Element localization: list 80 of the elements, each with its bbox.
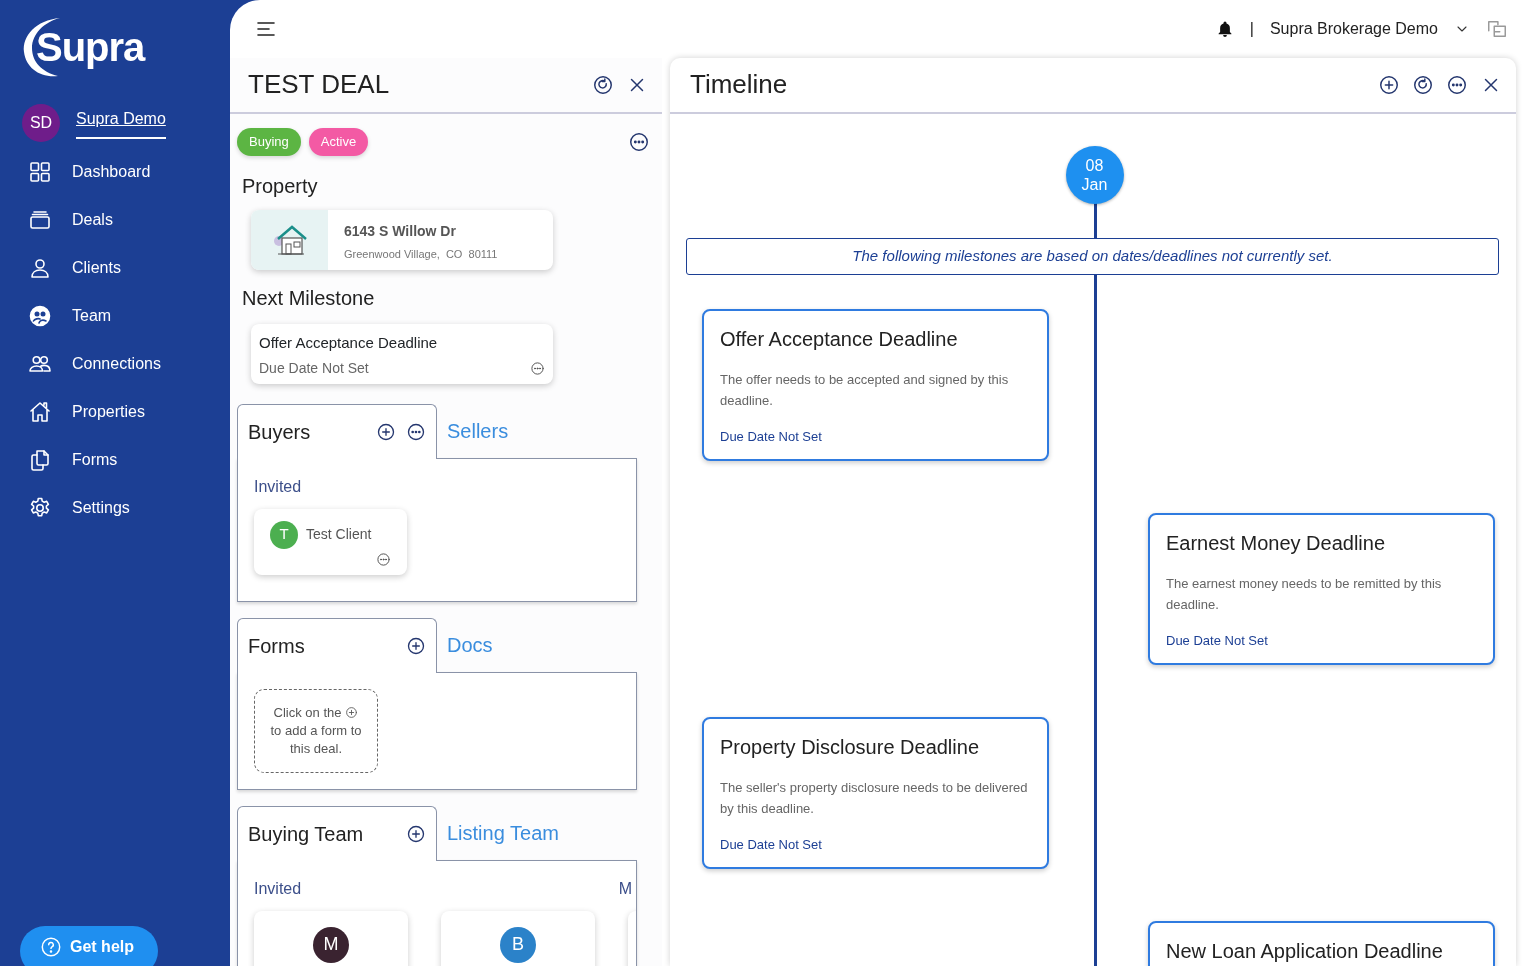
add-icon[interactable]	[406, 635, 426, 656]
folder-stack-icon	[28, 208, 52, 232]
milestone-description: The seller's property disclosure needs to be delivered by this deadline.	[720, 778, 1029, 818]
user-name-link[interactable]: Supra Demo	[76, 107, 166, 139]
person-card[interactable]: B	[441, 910, 595, 966]
nav-item[interactable]: Settings	[0, 484, 230, 532]
person-icon	[28, 256, 52, 280]
hint-text: Click on the	[273, 703, 342, 722]
tab[interactable]: Buying Team	[237, 805, 437, 861]
section-heading: Property	[242, 173, 319, 198]
grid-icon	[28, 160, 52, 184]
due-date: Due Date Not Set	[720, 835, 823, 854]
person-avatar: M	[313, 926, 349, 963]
group-label: M	[618, 878, 632, 899]
property-city: Greenwood Village, CO 80111	[344, 246, 498, 262]
documents-icon	[28, 448, 52, 472]
milestone-description: The offer needs to be accepted and signed by this deadline.	[720, 370, 1010, 410]
property-card[interactable]: 6143 S Willow Dr Greenwood Village, CO 80111	[251, 209, 553, 270]
deal-title: TEST DEAL	[248, 69, 391, 101]
milestone-title: Earnest Money Deadline	[1166, 530, 1386, 555]
more-icon[interactable]	[376, 551, 391, 567]
more-icon[interactable]	[628, 130, 650, 153]
notice-text: The following milestones are based on dates/deadlines not currently set.	[686, 238, 1499, 275]
add-icon[interactable]	[376, 421, 396, 442]
nav-item[interactable]: Dashboard	[0, 148, 230, 196]
person-name: Test Client	[306, 525, 372, 544]
milestone-description: The earnest money needs to be remitted by this deadline.	[1166, 574, 1443, 614]
more-icon[interactable]	[530, 361, 545, 376]
nav-item[interactable]: Team	[0, 292, 230, 340]
milestone-title: Offer Acceptance Deadline	[259, 332, 439, 353]
milestone-title: Offer Acceptance Deadline	[720, 326, 959, 351]
group-label: Invited	[254, 476, 302, 497]
nav-item[interactable]: Forms	[0, 436, 230, 484]
user-avatar[interactable]: SD	[22, 104, 60, 142]
nav-item[interactable]: Properties	[0, 388, 230, 436]
add-icon[interactable]	[406, 823, 426, 844]
nav-item[interactable]: Clients	[0, 244, 230, 292]
tab-label: Buyers	[248, 419, 312, 445]
milestone-card[interactable]: New Loan Application Deadline	[1148, 920, 1495, 966]
logo[interactable]: Supra	[36, 17, 145, 77]
date-day: 08	[1085, 155, 1104, 175]
group-label: Invited	[254, 878, 302, 899]
property-address: 6143 S Willow Dr	[344, 221, 457, 241]
milestone-card[interactable]: Property Disclosure Deadline The seller's property disclosure needs to be delivered by this deadline. Due Date Not Set	[702, 716, 1049, 869]
more-icon[interactable]	[1446, 74, 1468, 96]
due-date: Due Date Not Set	[259, 359, 370, 378]
separator: |	[1249, 19, 1254, 39]
person-card[interactable]: M	[254, 910, 408, 966]
milestone-title: Property Disclosure Deadline	[720, 734, 980, 759]
person-avatar: B	[500, 926, 536, 963]
nav-item[interactable]: Deals	[0, 196, 230, 244]
house-icon	[28, 400, 52, 424]
section-heading: Next Milestone	[242, 285, 376, 310]
tab-label: Buying Team	[248, 821, 365, 847]
more-icon[interactable]	[406, 421, 426, 442]
windows-icon[interactable]	[1486, 18, 1508, 40]
tab-label: Forms	[248, 633, 306, 659]
add-icon[interactable]	[1378, 74, 1400, 96]
status-tag: Buying	[237, 128, 301, 156]
help-icon	[40, 936, 62, 958]
milestone-title: New Loan Application Deadline	[1166, 938, 1444, 963]
person-avatar: T	[270, 520, 298, 549]
tab[interactable]: Forms	[237, 617, 437, 673]
person-card[interactable]: T Test Client	[254, 508, 407, 575]
status-tag: Active	[308, 128, 369, 156]
milestone-card[interactable]: Earnest Money Deadline The earnest money needs to be remitted by this deadline. Due Date Not Set	[1148, 512, 1495, 665]
panel-title: Timeline	[690, 69, 789, 101]
date-month: Jan	[1081, 175, 1108, 195]
refresh-icon[interactable]	[1412, 74, 1434, 96]
milestone-card[interactable]: Offer Acceptance Deadline The offer needs to be accepted and signed by this deadline. Due Date Not Set	[702, 308, 1049, 461]
refresh-icon[interactable]	[592, 74, 614, 96]
due-date: Due Date Not Set	[1166, 631, 1269, 650]
nav-item[interactable]: Connections	[0, 340, 230, 388]
tab[interactable]: Buyers	[237, 403, 437, 459]
add-icon	[345, 706, 359, 719]
team-icon	[28, 304, 52, 328]
organization-name[interactable]: Supra Brokerage Demo	[1269, 17, 1438, 41]
hint-text: to add a form to this deal.	[269, 721, 363, 758]
milestone-card[interactable]: Offer Acceptance Deadline Due Date Not Set	[251, 323, 553, 384]
due-date: Due Date Not Set	[720, 427, 823, 446]
